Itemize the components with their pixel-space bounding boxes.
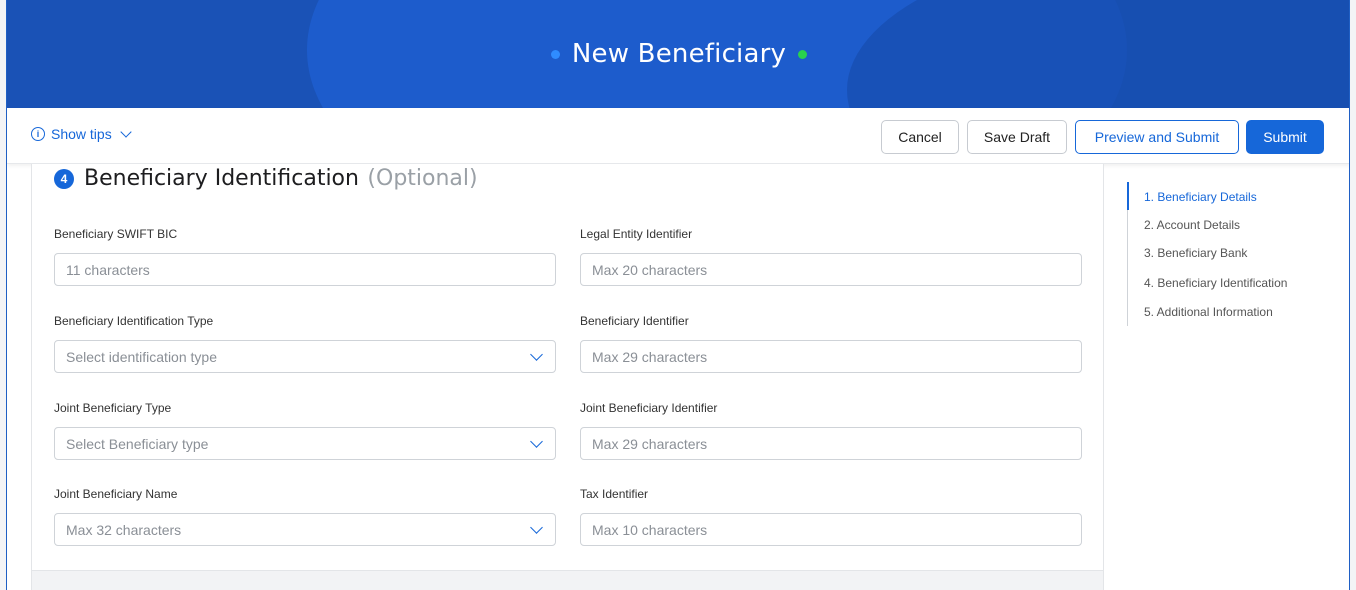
active-step-indicator (1127, 182, 1129, 210)
joint-type-select[interactable]: Select Beneficiary type (54, 427, 556, 460)
show-tips-label: Show tips (51, 126, 112, 142)
page-banner: New Beneficiary (7, 0, 1349, 108)
banner-title-group: New Beneficiary (7, 0, 1349, 108)
joint-type-label: Joint Beneficiary Type (54, 401, 172, 415)
step-beneficiary-details[interactable]: 1. Beneficiary Details (1144, 190, 1257, 204)
action-toolbar: i Show tips Cancel Save Draft Preview an… (7, 108, 1349, 164)
joint-name-select[interactable]: Max 32 characters (54, 513, 556, 546)
form-card: 4 Beneficiary Identification (Optional) … (31, 164, 1104, 590)
step-account-details[interactable]: 2. Account Details (1144, 218, 1240, 232)
joint-type-placeholder: Select Beneficiary type (66, 435, 209, 452)
lei-input[interactable] (592, 261, 1081, 278)
lei-field[interactable] (580, 253, 1082, 286)
section-number-badge: 4 (54, 168, 74, 189)
joint-name-label: Joint Beneficiary Name (54, 487, 178, 501)
chevron-down-icon (530, 348, 543, 361)
swift-bic-input[interactable] (66, 261, 555, 278)
identifier-input[interactable] (592, 348, 1081, 365)
section-header: 4 Beneficiary Identification (Optional) (54, 166, 478, 191)
joint-identifier-label: Joint Beneficiary Identifier (580, 401, 718, 415)
joint-identifier-input[interactable] (592, 435, 1081, 452)
submit-button[interactable]: Submit (1246, 120, 1324, 154)
green-dot-icon (798, 49, 808, 59)
identifier-field[interactable] (580, 340, 1082, 373)
id-type-placeholder: Select identification type (66, 348, 217, 365)
swift-bic-label: Beneficiary SWIFT BIC (54, 227, 178, 241)
section-optional-label: (Optional) (367, 166, 478, 191)
info-icon: i (31, 127, 45, 141)
step-additional-information[interactable]: 5. Additional Information (1144, 305, 1273, 319)
chevron-down-icon (530, 521, 543, 534)
form-card-footer (32, 570, 1103, 590)
swift-bic-field[interactable] (54, 253, 556, 286)
lei-label: Legal Entity Identifier (580, 227, 693, 241)
identifier-label: Beneficiary Identifier (580, 314, 689, 328)
steps-navigation: 1. Beneficiary Details 2. Account Detail… (1127, 182, 1327, 326)
joint-identifier-field[interactable] (580, 427, 1082, 460)
id-type-select[interactable]: Select identification type (54, 340, 556, 373)
save-draft-button[interactable]: Save Draft (967, 120, 1067, 154)
section-title: Beneficiary Identification (84, 166, 359, 191)
cancel-button[interactable]: Cancel (881, 120, 959, 154)
joint-name-placeholder: Max 32 characters (66, 521, 182, 538)
page-title: New Beneficiary (571, 39, 787, 69)
step-beneficiary-identification[interactable]: 4. Beneficiary Identification (1144, 276, 1287, 290)
preview-and-submit-button[interactable]: Preview and Submit (1075, 120, 1239, 154)
blue-dot-icon (550, 49, 560, 59)
chevron-down-icon (530, 435, 543, 448)
tax-id-field[interactable] (580, 513, 1082, 546)
id-type-label: Beneficiary Identification Type (54, 314, 214, 328)
tax-id-input[interactable] (592, 521, 1081, 538)
show-tips-toggle[interactable]: i Show tips (31, 126, 132, 142)
app-window: New Beneficiary i Show tips Cancel Save … (6, 0, 1350, 590)
chevron-down-icon (120, 126, 132, 138)
tax-id-label: Tax Identifier (580, 487, 649, 501)
step-beneficiary-bank[interactable]: 3. Beneficiary Bank (1144, 246, 1247, 260)
